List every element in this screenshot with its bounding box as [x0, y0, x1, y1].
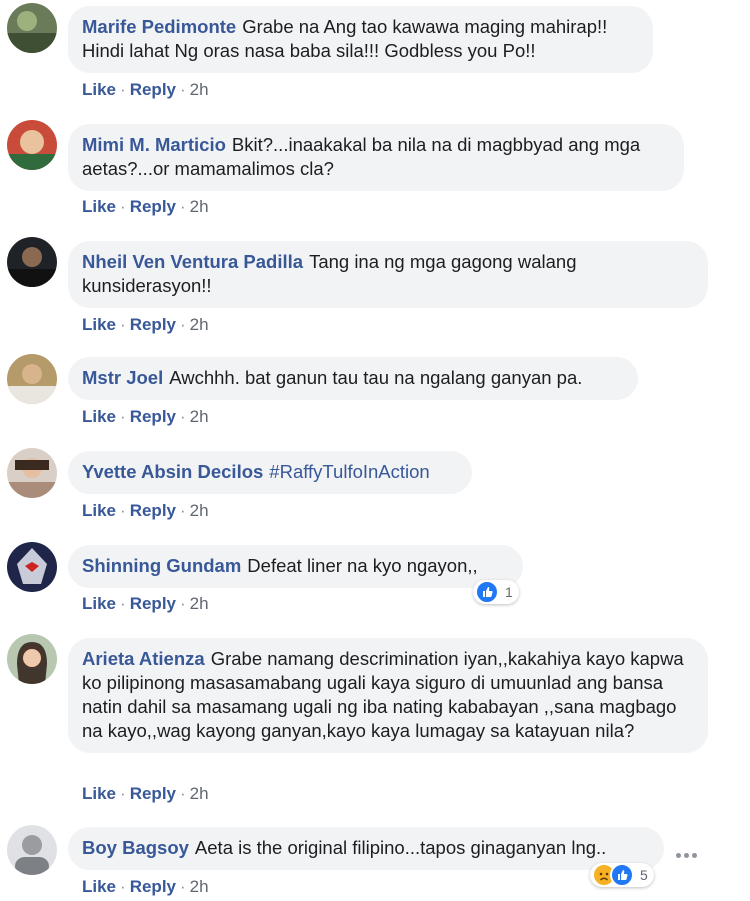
comment-author[interactable]: Marife Pedimonte: [82, 16, 236, 37]
separator: ·: [180, 407, 186, 426]
comment-text: Awchhh. bat ganun tau tau na ngalang gan…: [169, 367, 583, 388]
separator: ·: [180, 315, 186, 334]
comment-bubble: Mstr Joel Awchhh. bat ganun tau tau na ng…: [68, 357, 638, 400]
separator: ·: [120, 315, 126, 334]
timestamp[interactable]: 2h: [190, 594, 209, 613]
comment-text: Aeta is the original filipino...tapos gi…: [194, 837, 607, 858]
avatar[interactable]: [7, 825, 57, 875]
like-reaction-icon: [475, 580, 499, 604]
separator: ·: [180, 80, 186, 99]
like-button[interactable]: Like: [82, 877, 116, 896]
separator: ·: [180, 501, 186, 520]
comment-text: Defeat liner na kyo ngayon,,: [247, 555, 478, 576]
reaction-summary[interactable]: 5: [590, 863, 654, 887]
comment-author[interactable]: Mstr Joel: [82, 367, 163, 388]
comment-author[interactable]: Mimi M. Marticio: [82, 134, 226, 155]
like-button[interactable]: Like: [82, 407, 116, 426]
separator: ·: [120, 197, 126, 216]
comment-actions: Like · Reply · 2h: [82, 877, 209, 897]
like-button[interactable]: Like: [82, 197, 116, 216]
comment-author[interactable]: Yvette Absin Decilos: [82, 461, 263, 482]
reply-button[interactable]: Reply: [130, 315, 176, 334]
reaction-summary[interactable]: 1: [473, 580, 519, 604]
separator: ·: [120, 80, 126, 99]
reply-button[interactable]: Reply: [130, 197, 176, 216]
avatar[interactable]: [7, 3, 57, 53]
comment-actions: Like · Reply · 2h: [82, 594, 209, 614]
comment-actions: Like · Reply · 2h: [82, 197, 209, 217]
comment-bubble: Nheil Ven Ventura Padilla Tang ina ng mga…: [68, 241, 708, 308]
like-button[interactable]: Like: [82, 80, 116, 99]
separator: ·: [120, 784, 126, 803]
separator: ·: [120, 877, 126, 896]
reply-button[interactable]: Reply: [130, 594, 176, 613]
like-button[interactable]: Like: [82, 784, 116, 803]
timestamp[interactable]: 2h: [190, 80, 209, 99]
comment-bubble: Marife Pedimonte Grabe na Ang tao kawawa …: [68, 6, 653, 73]
comment-author[interactable]: Shinning Gundam: [82, 555, 241, 576]
comment-author[interactable]: Boy Bagsoy: [82, 837, 189, 858]
comment-bubble: Boy Bagsoy Aeta is the original filipino.…: [68, 827, 664, 870]
like-button[interactable]: Like: [82, 315, 116, 334]
hashtag-link[interactable]: #RaffyTulfoInAction: [269, 461, 429, 482]
timestamp[interactable]: 2h: [190, 877, 209, 896]
like-button[interactable]: Like: [82, 594, 116, 613]
reply-button[interactable]: Reply: [130, 407, 176, 426]
reply-button[interactable]: Reply: [130, 80, 176, 99]
avatar[interactable]: [7, 634, 57, 684]
avatar[interactable]: [7, 237, 57, 287]
timestamp[interactable]: 2h: [190, 315, 209, 334]
separator: ·: [180, 877, 186, 896]
comment-bubble: Yvette Absin Decilos #RaffyTulfoInAction: [68, 451, 472, 494]
timestamp[interactable]: 2h: [190, 197, 209, 216]
reply-button[interactable]: Reply: [130, 501, 176, 520]
separator: ·: [180, 784, 186, 803]
separator: ·: [120, 594, 126, 613]
like-button[interactable]: Like: [82, 501, 116, 520]
avatar[interactable]: [7, 354, 57, 404]
avatar[interactable]: [7, 448, 57, 498]
timestamp[interactable]: 2h: [190, 784, 209, 803]
timestamp[interactable]: 2h: [190, 407, 209, 426]
like-reaction-icon: [610, 863, 634, 887]
avatar[interactable]: [7, 120, 57, 170]
comment-bubble: Mimi M. Marticio Bkit?...inaakakal ba nil…: [68, 124, 684, 191]
comment-actions: Like · Reply · 2h: [82, 315, 209, 335]
comment-actions: Like · Reply · 2h: [82, 784, 209, 804]
reaction-count: 1: [505, 584, 513, 600]
comment-author[interactable]: Nheil Ven Ventura Padilla: [82, 251, 303, 272]
comment-bubble: Arieta Atienza Grabe namang descriminatio…: [68, 638, 708, 753]
avatar[interactable]: [7, 542, 57, 592]
reply-button[interactable]: Reply: [130, 784, 176, 803]
reply-button[interactable]: Reply: [130, 877, 176, 896]
comment-actions: Like · Reply · 2h: [82, 501, 209, 521]
separator: ·: [120, 407, 126, 426]
comment-bubble: Shinning Gundam Defeat liner na kyo ngayo…: [68, 545, 523, 588]
reaction-count: 5: [640, 867, 648, 883]
comment-author[interactable]: Arieta Atienza: [82, 648, 205, 669]
timestamp[interactable]: 2h: [190, 501, 209, 520]
separator: ·: [180, 197, 186, 216]
more-options-icon[interactable]: [676, 845, 702, 858]
comment-actions: Like · Reply · 2h: [82, 80, 209, 100]
comment-actions: Like · Reply · 2h: [82, 407, 209, 427]
separator: ·: [120, 501, 126, 520]
separator: ·: [180, 594, 186, 613]
